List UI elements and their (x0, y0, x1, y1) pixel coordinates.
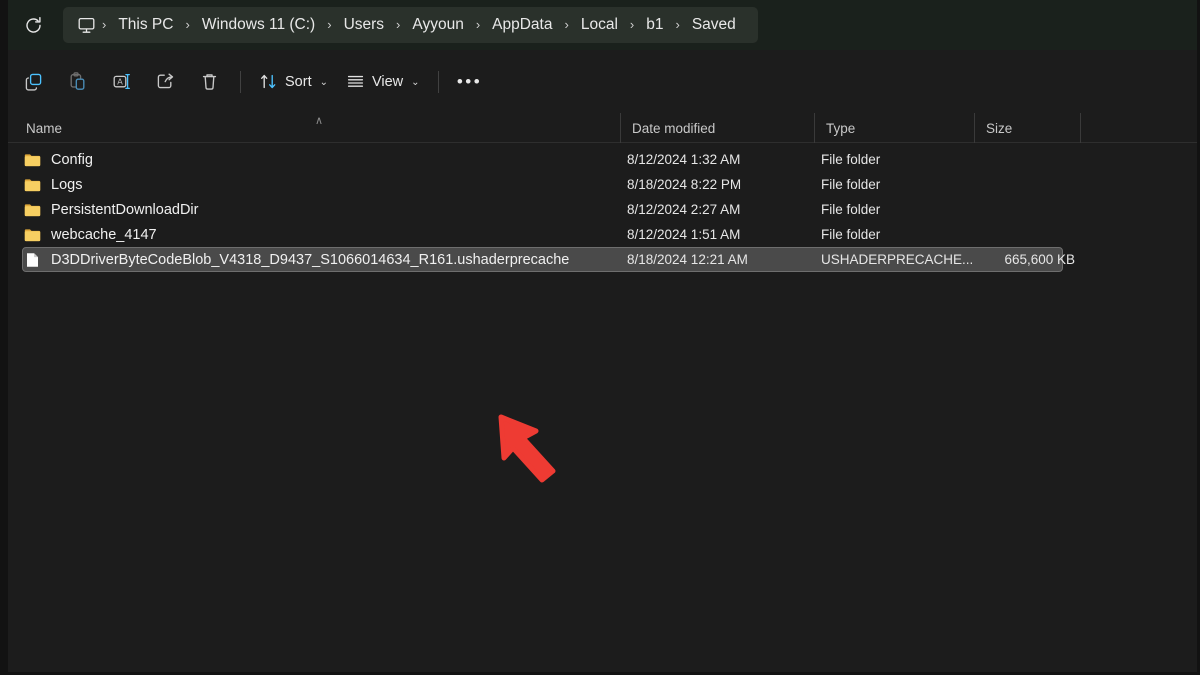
breadcrumb-item-windows-c[interactable]: Windows 11 (C:) (193, 17, 324, 33)
file-date-cell: 8/12/2024 1:32 AM (627, 152, 740, 167)
table-row-selected[interactable]: D3DDriverByteCodeBlob_V4318_D9437_S10660… (22, 247, 1063, 272)
file-date-cell: 8/12/2024 2:27 AM (627, 202, 740, 217)
column-divider-end (1080, 113, 1081, 143)
sort-label: Sort (285, 74, 312, 90)
address-bar: › This PC › Windows 11 (C:) › Users › Ay… (8, 0, 1197, 50)
breadcrumb-item-users[interactable]: Users (335, 17, 393, 33)
file-name-label: Config (51, 152, 93, 168)
file-date-cell: 8/18/2024 12:21 AM (627, 252, 748, 267)
chevron-down-icon: ⌄ (411, 77, 419, 88)
toolbar-separator (240, 71, 241, 93)
view-button[interactable]: View ⌄ (337, 64, 429, 100)
file-name-cell: Logs (23, 177, 82, 193)
command-toolbar: A Sort ⌄ (8, 50, 1197, 113)
table-row[interactable]: webcache_4147 8/12/2024 1:51 AM File fol… (22, 222, 1063, 247)
toolbar-separator (438, 71, 439, 93)
sort-button[interactable]: Sort ⌄ (250, 64, 337, 100)
table-row[interactable]: Config 8/12/2024 1:32 AM File folder (22, 147, 1063, 172)
breadcrumb-item-local[interactable]: Local (572, 17, 627, 33)
breadcrumb-separator: › (182, 18, 192, 31)
sort-icon (259, 72, 278, 91)
table-row[interactable]: PersistentDownloadDir 8/12/2024 2:27 AM … (22, 197, 1063, 222)
paste-icon (67, 71, 88, 92)
file-type-cell: File folder (821, 227, 880, 242)
sort-ascending-icon: ∧ (315, 116, 323, 127)
file-type-cell: File folder (821, 177, 880, 192)
folder-icon (23, 178, 41, 192)
view-icon (346, 72, 365, 91)
svg-text:A: A (117, 77, 123, 86)
refresh-icon[interactable] (16, 8, 50, 42)
file-explorer-window: › This PC › Windows 11 (C:) › Users › Ay… (0, 0, 1200, 675)
monitor-icon[interactable] (73, 12, 99, 38)
file-icon (23, 252, 41, 268)
copy-icon (23, 71, 44, 92)
view-label: View (372, 74, 403, 90)
more-options-button[interactable]: ••• (448, 64, 492, 100)
breadcrumb-item-this-pc[interactable]: This PC (109, 17, 182, 33)
file-date-cell: 8/18/2024 8:22 PM (627, 177, 741, 192)
breadcrumb-item-b1[interactable]: b1 (637, 17, 672, 33)
delete-button[interactable] (187, 64, 231, 100)
file-type-cell: File folder (821, 152, 880, 167)
file-list: Config 8/12/2024 1:32 AM File folder Log… (8, 143, 1197, 672)
file-name-label: D3DDriverByteCodeBlob_V4318_D9437_S10660… (51, 252, 569, 268)
share-icon (155, 71, 176, 92)
column-header-type[interactable]: Type (814, 113, 974, 143)
breadcrumb-separator: › (627, 18, 637, 31)
copy-button[interactable] (11, 64, 55, 100)
column-header-size[interactable]: Size (974, 113, 1080, 143)
column-headers: Name ∧ Date modified Type Size (8, 113, 1197, 143)
file-type-cell: File folder (821, 202, 880, 217)
paste-button[interactable] (55, 64, 99, 100)
file-name-label: PersistentDownloadDir (51, 202, 198, 218)
file-name-label: Logs (51, 177, 82, 193)
folder-icon (23, 203, 41, 217)
file-name-cell: webcache_4147 (23, 227, 157, 243)
folder-icon (23, 228, 41, 242)
breadcrumb-separator: › (99, 18, 109, 31)
table-row[interactable]: Logs 8/18/2024 8:22 PM File folder (22, 172, 1063, 197)
breadcrumb-item-saved[interactable]: Saved (683, 17, 745, 33)
chevron-down-icon: ⌄ (320, 77, 328, 88)
share-button[interactable] (143, 64, 187, 100)
rename-icon: A (111, 71, 132, 92)
breadcrumb-item-appdata[interactable]: AppData (483, 17, 561, 33)
breadcrumb-separator: › (473, 18, 483, 31)
trash-icon (199, 71, 220, 92)
rename-button[interactable]: A (99, 64, 143, 100)
file-name-cell: D3DDriverByteCodeBlob_V4318_D9437_S10660… (23, 252, 569, 268)
file-size-cell: 665,600 KB (881, 252, 1075, 267)
breadcrumb-item-ayyoun[interactable]: Ayyoun (403, 17, 472, 33)
file-name-cell: Config (23, 152, 93, 168)
file-name-cell: PersistentDownloadDir (23, 202, 198, 218)
column-header-date-modified[interactable]: Date modified (620, 113, 814, 143)
ellipsis-icon: ••• (457, 73, 482, 90)
breadcrumb-separator: › (561, 18, 571, 31)
breadcrumb: › This PC › Windows 11 (C:) › Users › Ay… (63, 7, 758, 43)
breadcrumb-separator: › (393, 18, 403, 31)
breadcrumb-separator: › (324, 18, 334, 31)
file-date-cell: 8/12/2024 1:51 AM (627, 227, 740, 242)
column-header-name[interactable]: Name (26, 113, 62, 143)
file-name-label: webcache_4147 (51, 227, 157, 243)
folder-icon (23, 153, 41, 167)
breadcrumb-separator: › (672, 18, 682, 31)
annotation-arrow-icon (492, 411, 587, 491)
